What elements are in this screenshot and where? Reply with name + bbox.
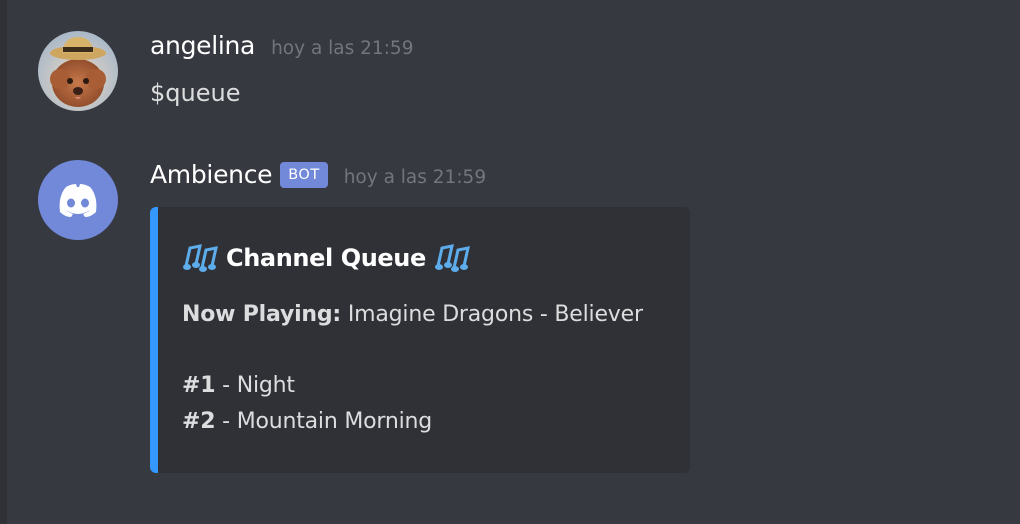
- bot-tag: BOT: [280, 162, 328, 188]
- left-panel-edge: [0, 0, 7, 524]
- avatar[interactable]: [38, 160, 118, 240]
- now-playing-value: Imagine Dragons - Believer: [347, 302, 643, 327]
- embed: Channel Queue Now Playing: Imagine Drago…: [150, 207, 690, 473]
- timestamp: hoy a las 21:59: [271, 38, 414, 59]
- now-playing-label: Now Playing:: [182, 302, 342, 327]
- queue-number: #2: [182, 409, 216, 434]
- musical-notes-icon: [434, 244, 470, 272]
- username[interactable]: angelina: [150, 31, 255, 60]
- embed-title-text: Channel Queue: [226, 244, 426, 272]
- queue-item: #2 - Mountain Morning: [182, 409, 432, 434]
- queue-title: Mountain Morning: [236, 409, 433, 434]
- message-text: $queue: [150, 79, 241, 107]
- embed-title: Channel Queue: [182, 242, 470, 274]
- queue-number: #1: [182, 373, 216, 398]
- queue-separator: -: [222, 409, 230, 434]
- musical-notes-icon: [183, 244, 218, 272]
- avatar[interactable]: [38, 31, 118, 111]
- discord-logo-icon: [38, 160, 118, 240]
- timestamp: hoy a las 21:59: [343, 167, 487, 188]
- username[interactable]: Ambience: [150, 160, 273, 189]
- embed-accent-bar: [150, 207, 158, 473]
- poodle-avatar-icon: [38, 31, 118, 111]
- queue-separator: -: [222, 373, 230, 398]
- queue-title: Night: [236, 373, 295, 398]
- queue-item: #1 - Night: [182, 373, 295, 398]
- now-playing-line: Now Playing: Imagine Dragons - Believer: [182, 302, 643, 327]
